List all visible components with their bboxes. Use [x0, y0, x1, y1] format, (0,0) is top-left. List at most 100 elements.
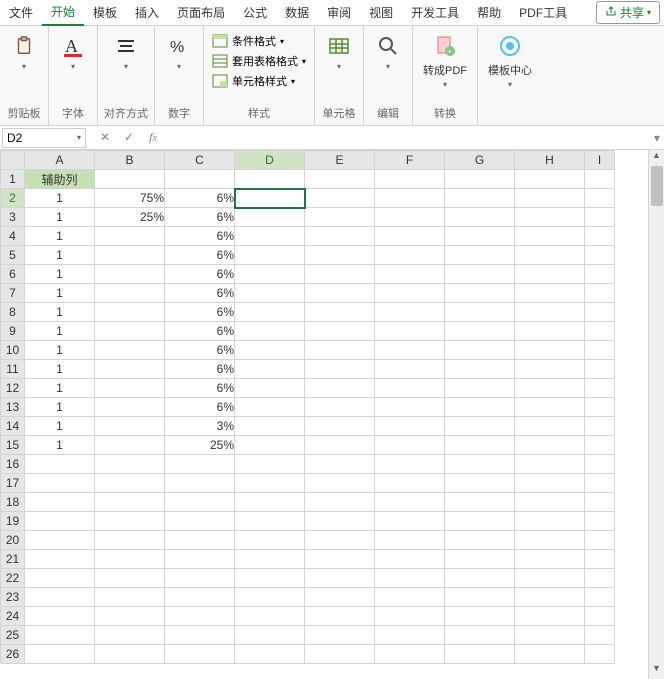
- cell[interactable]: [585, 569, 615, 588]
- cell[interactable]: [235, 208, 305, 227]
- cell[interactable]: 25%: [95, 208, 165, 227]
- cell[interactable]: [235, 170, 305, 189]
- column-header[interactable]: C: [165, 151, 235, 170]
- cell[interactable]: [305, 550, 375, 569]
- menu-item[interactable]: 帮助: [468, 0, 510, 25]
- cell[interactable]: [305, 474, 375, 493]
- cell[interactable]: [375, 208, 445, 227]
- cell[interactable]: [375, 493, 445, 512]
- cell[interactable]: [515, 170, 585, 189]
- menu-item[interactable]: 模板: [84, 0, 126, 25]
- cell[interactable]: [445, 569, 515, 588]
- cell[interactable]: [445, 607, 515, 626]
- cell[interactable]: [375, 341, 445, 360]
- cell[interactable]: [305, 303, 375, 322]
- cell[interactable]: [235, 626, 305, 645]
- cell[interactable]: [235, 493, 305, 512]
- cell[interactable]: [235, 569, 305, 588]
- cell[interactable]: [95, 569, 165, 588]
- cell[interactable]: [305, 322, 375, 341]
- cell[interactable]: [235, 341, 305, 360]
- cell[interactable]: [515, 303, 585, 322]
- cell[interactable]: [585, 227, 615, 246]
- cell[interactable]: [305, 265, 375, 284]
- cell[interactable]: [585, 398, 615, 417]
- cell[interactable]: [515, 531, 585, 550]
- cell[interactable]: [165, 493, 235, 512]
- cell[interactable]: [515, 512, 585, 531]
- cell[interactable]: 3%: [165, 417, 235, 436]
- cell[interactable]: [445, 626, 515, 645]
- cell[interactable]: [235, 360, 305, 379]
- cell[interactable]: [95, 303, 165, 322]
- cell[interactable]: [95, 588, 165, 607]
- cell[interactable]: [445, 189, 515, 208]
- cell[interactable]: [165, 569, 235, 588]
- cell[interactable]: [95, 360, 165, 379]
- row-header[interactable]: 5: [1, 246, 25, 265]
- cell[interactable]: [375, 531, 445, 550]
- cell[interactable]: [235, 284, 305, 303]
- cell[interactable]: [235, 474, 305, 493]
- cell[interactable]: [585, 436, 615, 455]
- cell[interactable]: [95, 322, 165, 341]
- cell[interactable]: [165, 531, 235, 550]
- cell-style-button[interactable]: 单元格样式 ▾: [210, 72, 308, 90]
- convert-pdf-button[interactable]: + 转成PDF ▾: [419, 30, 471, 91]
- cell[interactable]: [95, 170, 165, 189]
- cell[interactable]: [375, 265, 445, 284]
- cell[interactable]: [585, 341, 615, 360]
- cell[interactable]: [375, 645, 445, 664]
- cell[interactable]: 6%: [165, 265, 235, 284]
- cell[interactable]: [445, 455, 515, 474]
- row-header[interactable]: 18: [1, 493, 25, 512]
- cell[interactable]: 1: [25, 341, 95, 360]
- row-header[interactable]: 13: [1, 398, 25, 417]
- cell[interactable]: [375, 455, 445, 474]
- cell[interactable]: [165, 170, 235, 189]
- cell[interactable]: [515, 550, 585, 569]
- cell[interactable]: [375, 607, 445, 626]
- row-header[interactable]: 12: [1, 379, 25, 398]
- cell[interactable]: [585, 607, 615, 626]
- cell[interactable]: [95, 626, 165, 645]
- cell[interactable]: [515, 569, 585, 588]
- cell[interactable]: [585, 208, 615, 227]
- cell[interactable]: 1: [25, 398, 95, 417]
- cell[interactable]: [445, 645, 515, 664]
- cell[interactable]: [95, 417, 165, 436]
- cell[interactable]: 6%: [165, 246, 235, 265]
- menu-item[interactable]: 文件: [0, 0, 42, 25]
- row-header[interactable]: 26: [1, 645, 25, 664]
- cell[interactable]: [165, 645, 235, 664]
- cell[interactable]: [585, 512, 615, 531]
- cell[interactable]: [445, 246, 515, 265]
- cell[interactable]: [445, 512, 515, 531]
- number-button[interactable]: % ▾: [161, 30, 197, 73]
- cells-button[interactable]: ▾: [321, 30, 357, 73]
- row-header[interactable]: 6: [1, 265, 25, 284]
- cell[interactable]: [515, 588, 585, 607]
- cell[interactable]: [585, 455, 615, 474]
- cell[interactable]: [515, 265, 585, 284]
- cell[interactable]: [375, 189, 445, 208]
- cell[interactable]: [375, 436, 445, 455]
- cell[interactable]: [585, 645, 615, 664]
- cell[interactable]: [585, 360, 615, 379]
- menu-item[interactable]: 审阅: [318, 0, 360, 25]
- cell[interactable]: 1: [25, 322, 95, 341]
- cell[interactable]: 1: [25, 379, 95, 398]
- cell[interactable]: [95, 265, 165, 284]
- cell[interactable]: [235, 417, 305, 436]
- row-header[interactable]: 15: [1, 436, 25, 455]
- menu-item[interactable]: 页面布局: [168, 0, 234, 25]
- cell[interactable]: [445, 170, 515, 189]
- row-header[interactable]: 3: [1, 208, 25, 227]
- cell[interactable]: [95, 550, 165, 569]
- cell[interactable]: [305, 341, 375, 360]
- cell[interactable]: 6%: [165, 284, 235, 303]
- row-header[interactable]: 10: [1, 341, 25, 360]
- row-header[interactable]: 2: [1, 189, 25, 208]
- cell[interactable]: [95, 493, 165, 512]
- cell[interactable]: [95, 379, 165, 398]
